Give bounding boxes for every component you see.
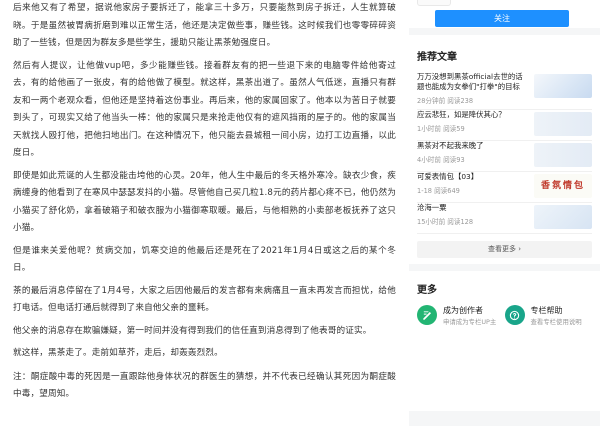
recommended-title: 推荐文章 — [417, 52, 457, 63]
article-paragraph: 后来他又有了希望，据说他家房子要拆迁了，能拿三十多万，只要能熬到房子拆迁，人生就… — [13, 3, 396, 48]
article-paragraph: 他父亲的消息存在欺骗嫌疑，第一时间并没有得到我们的信任直到消息得到了他表哥的证实… — [13, 325, 372, 336]
recommended-item[interactable]: 万万没想到黑茶official去世的话题也能成为女拳们"打拳"的目标 28分钟前… — [417, 72, 592, 110]
recommended-item-title: 沧海一粟 — [417, 203, 447, 212]
recommended-item-title: 黑茶对不起我来晚了 — [417, 141, 484, 150]
column-help-subtitle: 查看专栏使用说明 — [530, 318, 582, 326]
follow-button[interactable]: 关注 — [435, 10, 569, 27]
recommended-item-meta: 4小时前 阅读93 — [417, 156, 465, 164]
recommended-item-title: 应云悲狂，如是降伏其心？ — [417, 110, 506, 119]
become-creator-subtitle: 申请成为专栏UP主 — [443, 318, 497, 326]
recommended-item-meta: 15小时前 阅读128 — [417, 218, 474, 226]
recommended-item[interactable]: 可爱表情包【03】 1-18 阅读649 香氛情包 — [417, 172, 592, 203]
recommended-item-thumbnail — [534, 205, 592, 229]
article-paragraph: 就这样，黑茶走了。走前如草芥，走后，却轰轰烈烈。 — [13, 348, 223, 358]
article-paragraph: 即使是如此荒诞的人生都没能击垮他的心灵。20年，他人生中最后的冬天格外寒冷。缺衣… — [13, 170, 396, 234]
recommended-item-thumbnail — [534, 112, 592, 136]
recommended-item[interactable]: 沧海一粟 15小时前 阅读128 — [417, 203, 592, 234]
thumbnail-text: 香氛情包 — [540, 181, 585, 191]
sidebar: 关注 推荐文章 万万没想到黑茶official去世的话题也能成为女拳们"打拳"的… — [409, 0, 600, 426]
recommended-item-thumbnail: 香氛情包 — [534, 174, 592, 198]
more-section: 更多 成为创作者 申请成为专栏UP主 专栏帮助 查看专栏使用说明 — [409, 271, 600, 411]
recommended-item-meta: 28分钟前 阅读238 — [417, 97, 474, 105]
article-note: 注：酮症酸中毒的死因是一直跟踪他身体状况的群医生的猜想，并不代表已经确认其死因为… — [13, 371, 396, 400]
recommended-item[interactable]: 应云悲狂，如是降伏其心？ 1小时前 阅读59 — [417, 110, 592, 141]
pencil-icon — [417, 305, 437, 325]
article-paragraph: 然后有人提议，让他做vup吧，多少能赚些钱。接着群友有的把一些退下来的电脑零件给… — [13, 60, 396, 159]
recommended-articles: 推荐文章 万万没想到黑茶official去世的话题也能成为女拳们"打拳"的目标 … — [409, 35, 600, 264]
article-paragraph: 茶的最后消息停留在了1月4号，大家之后因他最后的发言都有来病痛且一直未再发言而担… — [13, 285, 396, 314]
article-paragraph: 但是谁来关爱他呢？贫病交加，饥寒交迫的他最后还是死在了2021年1月4日或这之后… — [13, 245, 396, 274]
column-help-title: 专栏帮助 — [530, 306, 563, 315]
more-links: 成为创作者 申请成为专栏UP主 专栏帮助 查看专栏使用说明 — [417, 305, 592, 327]
author-card-edge — [417, 0, 451, 6]
recommended-item-title: 可爱表情包【03】 — [417, 172, 479, 181]
recommended-item[interactable]: 黑茶对不起我来晚了 4小时前 阅读93 — [417, 141, 592, 172]
become-creator-title: 成为创作者 — [443, 306, 483, 315]
article-body: 后来他又有了希望，据说他家房子要拆迁了，能拿三十多万，只要能熬到房子拆迁，人生就… — [0, 0, 402, 426]
column-help-link[interactable]: 专栏帮助 查看专栏使用说明 — [504, 305, 593, 327]
recommended-item-meta: 1小时前 阅读59 — [417, 125, 465, 133]
become-creator-link[interactable]: 成为创作者 申请成为专栏UP主 — [417, 305, 505, 327]
view-more-button[interactable]: 查看更多 › — [417, 241, 592, 258]
recommended-item-thumbnail — [534, 143, 592, 167]
help-icon — [504, 305, 525, 325]
recommended-item-thumbnail — [534, 74, 592, 98]
recommended-item-title: 万万没想到黑茶official去世的话题也能成为女拳们"打拳"的目标 — [417, 72, 523, 91]
author-card: 关注 — [409, 0, 600, 28]
more-title: 更多 — [417, 285, 437, 296]
recommended-item-meta: 1-18 阅读649 — [417, 187, 460, 195]
